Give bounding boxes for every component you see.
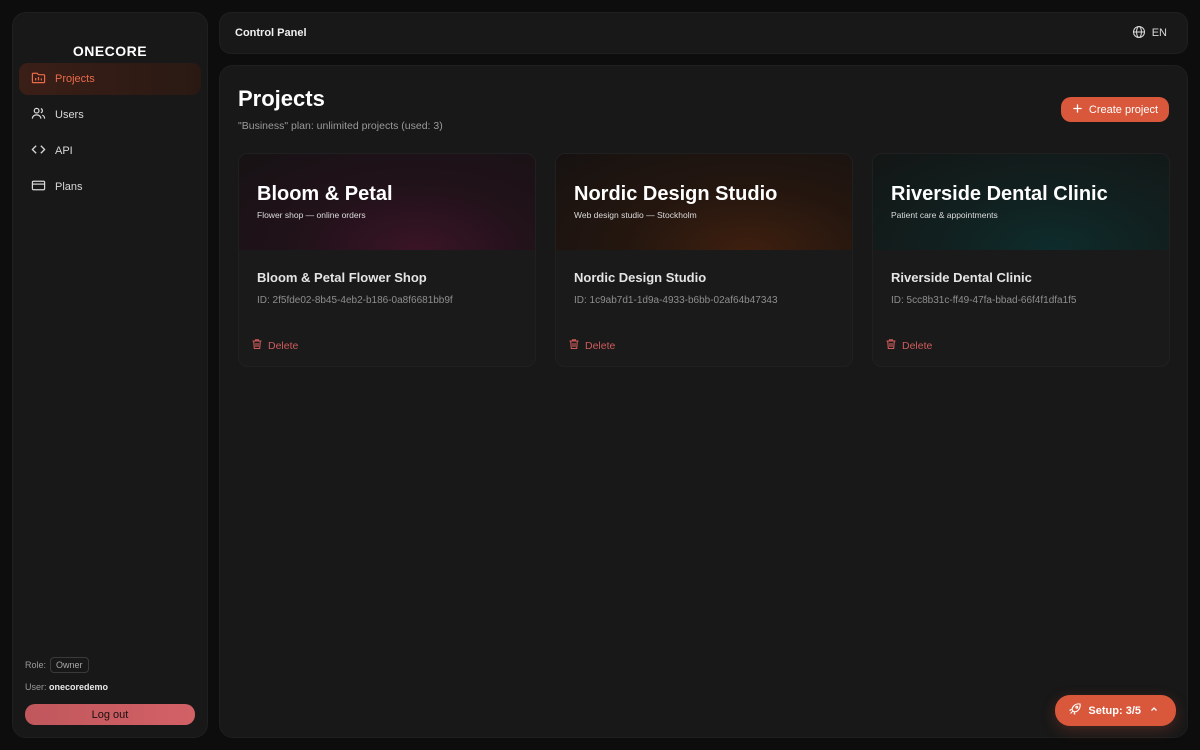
role-badge: Owner <box>50 657 89 673</box>
page-title: Projects <box>238 86 325 111</box>
project-id: ID: 2f5fde02-8b45-4eb2-b186-0a8f6681bb9f <box>257 295 453 306</box>
plus-icon <box>1072 103 1083 117</box>
project-banner-subtitle: Web design studio — Stockholm <box>574 210 697 220</box>
sidebar: ONECORE Projects Users API Plans Role: O… <box>12 12 208 738</box>
role-label: Role: <box>25 660 47 670</box>
trash-icon <box>885 338 897 353</box>
project-banner: Bloom & Petal Flower shop — online order… <box>239 154 535 250</box>
sidebar-item-projects[interactable]: Projects <box>19 63 201 95</box>
sidebar-nav: Projects Users API Plans <box>19 63 201 207</box>
code-icon <box>31 142 46 160</box>
project-banner: Nordic Design Studio Web design studio —… <box>556 154 852 250</box>
project-id: ID: 5cc8b31c-ff49-47fa-bbad-66f4f1dfa1f5 <box>891 295 1077 306</box>
plan-info: "Business" plan: unlimited projects (use… <box>238 120 443 132</box>
top-bar: Control Panel EN <box>219 12 1188 54</box>
rocket-icon <box>1069 703 1082 718</box>
username: onecoredemo <box>49 682 109 692</box>
credit-card-icon <box>31 178 46 196</box>
project-name: Bloom & Petal Flower Shop <box>257 270 427 285</box>
brand-logo: ONECORE <box>72 43 148 59</box>
project-card[interactable]: Nordic Design Studio Web design studio —… <box>555 153 853 367</box>
project-banner-title: Nordic Design Studio <box>574 183 778 205</box>
users-icon <box>31 106 46 124</box>
sidebar-item-users[interactable]: Users <box>19 99 201 131</box>
sidebar-item-plans[interactable]: Plans <box>19 171 201 203</box>
delete-label: Delete <box>268 339 299 352</box>
language-switcher[interactable]: EN <box>1132 25 1167 42</box>
project-banner-subtitle: Patient care & appointments <box>891 210 998 220</box>
user-row: User: onecoredemo <box>25 682 195 692</box>
logout-button[interactable]: Log out <box>25 704 195 725</box>
trash-icon <box>568 338 580 353</box>
project-banner-title: Bloom & Petal <box>257 183 393 205</box>
folder-icon <box>31 70 46 88</box>
project-banner-subtitle: Flower shop — online orders <box>257 210 366 220</box>
setup-progress-button[interactable]: Setup: 3/5 <box>1055 695 1176 726</box>
project-id: ID: 1c9ab7d1-1d9a-4933-b6bb-02af64b47343 <box>574 295 778 306</box>
main-panel: Projects "Business" plan: unlimited proj… <box>219 65 1188 738</box>
delete-project-button[interactable]: Delete <box>565 336 618 355</box>
project-name: Nordic Design Studio <box>574 270 707 285</box>
project-card[interactable]: Riverside Dental Clinic Patient care & a… <box>872 153 1170 367</box>
user-label: User: <box>25 682 47 692</box>
sidebar-footer: Role: Owner User: onecoredemo Log out <box>25 657 195 725</box>
globe-icon <box>1132 25 1146 42</box>
project-banner: Riverside Dental Clinic Patient care & a… <box>873 154 1169 250</box>
create-project-label: Create project <box>1088 103 1158 116</box>
sidebar-item-label: Plans <box>55 181 83 193</box>
role-row: Role: Owner <box>25 657 195 673</box>
project-list: Bloom & Petal Flower shop — online order… <box>238 153 1170 367</box>
project-body: Riverside Dental Clinic ID: 5cc8b31c-ff4… <box>873 250 1169 306</box>
language-label: EN <box>1151 27 1167 39</box>
sidebar-item-label: Projects <box>55 73 95 85</box>
sidebar-item-api[interactable]: API <box>19 135 201 167</box>
delete-project-button[interactable]: Delete <box>882 336 935 355</box>
delete-label: Delete <box>902 339 933 352</box>
sidebar-item-label: API <box>55 145 73 157</box>
chevron-up-icon <box>1148 703 1160 718</box>
create-project-button[interactable]: Create project <box>1060 97 1169 122</box>
delete-label: Delete <box>585 339 616 352</box>
trash-icon <box>251 338 263 353</box>
project-body: Bloom & Petal Flower Shop ID: 2f5fde02-8… <box>239 250 535 306</box>
delete-project-button[interactable]: Delete <box>248 336 301 355</box>
page-header-title: Control Panel <box>235 27 307 39</box>
project-card[interactable]: Bloom & Petal Flower shop — online order… <box>238 153 536 367</box>
sidebar-item-label: Users <box>55 109 84 121</box>
project-body: Nordic Design Studio ID: 1c9ab7d1-1d9a-4… <box>556 250 852 306</box>
setup-label: Setup: 3/5 <box>1088 704 1141 717</box>
project-name: Riverside Dental Clinic <box>891 270 1032 285</box>
project-banner-title: Riverside Dental Clinic <box>891 183 1108 205</box>
